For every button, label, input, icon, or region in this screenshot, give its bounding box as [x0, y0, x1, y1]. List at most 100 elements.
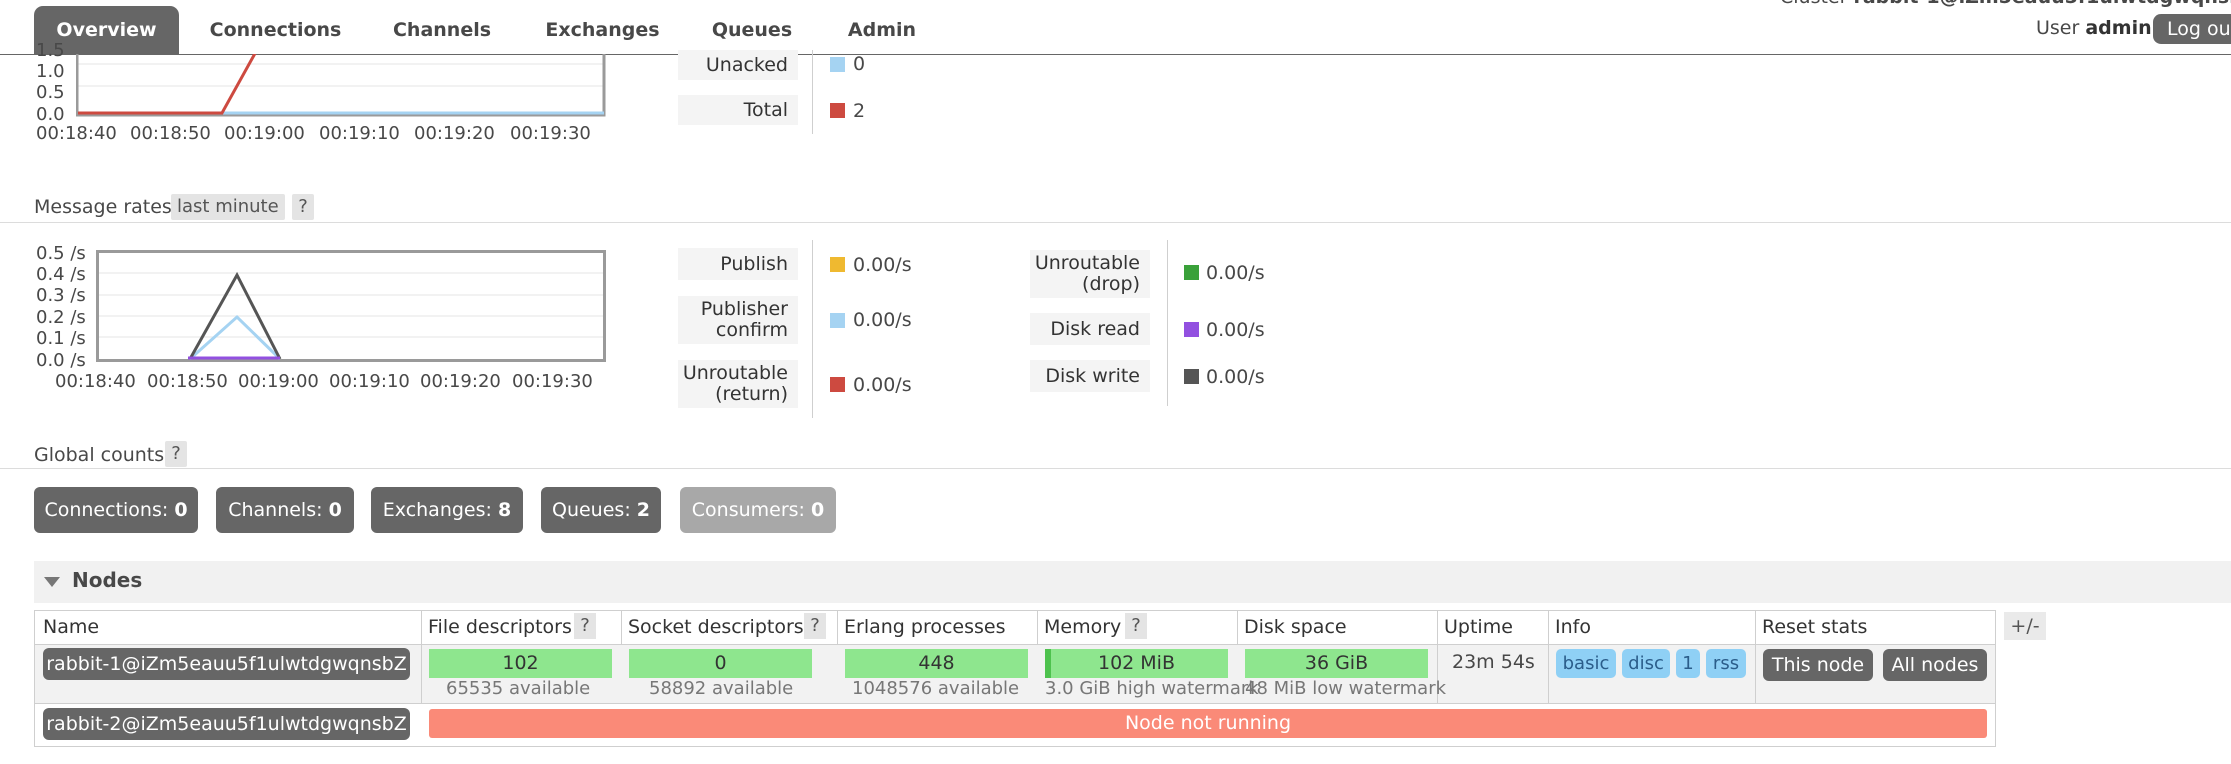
y-tick: 0.3 /s	[36, 285, 86, 306]
info-tag-basic[interactable]: basic	[1556, 649, 1616, 678]
queued-messages-chart	[76, 54, 606, 117]
memory-help[interactable]: ?	[1125, 613, 1147, 639]
legend-swatch-unacked	[830, 57, 845, 72]
nodes-section-header[interactable]	[34, 561, 2231, 603]
column-header-file-descriptors[interactable]: File descriptors	[428, 616, 572, 638]
toggle-columns-button[interactable]: +/-	[2004, 612, 2046, 640]
column-header-uptime[interactable]: Uptime	[1444, 616, 1513, 638]
column-header-reset-stats[interactable]: Reset stats	[1762, 616, 1867, 638]
count-value: 0	[811, 499, 825, 521]
count-label: Queues:	[552, 499, 631, 521]
info-tag-count[interactable]: 1	[1676, 649, 1700, 678]
socket-descriptors-available: 58892 available	[649, 678, 794, 699]
y-tick: 0.0 /s	[36, 350, 86, 371]
queues-count-button[interactable]: Queues: 2	[541, 487, 661, 533]
legend-swatch-total	[830, 103, 845, 118]
y-tick: 0.2 /s	[36, 307, 86, 328]
file-descriptors-gauge: 102	[429, 649, 612, 678]
erlang-processes-available: 1048576 available	[852, 678, 1020, 699]
column-divider	[1237, 610, 1238, 645]
range-selector[interactable]: last minute	[171, 194, 285, 220]
message-rates-chart	[96, 250, 606, 362]
legend-label-text: (return)	[715, 383, 788, 405]
channels-count-button[interactable]: Channels: 0	[216, 487, 354, 533]
column-divider	[837, 610, 838, 645]
file-descriptors-available: 65535 available	[446, 678, 591, 699]
legend-label-text: confirm	[715, 319, 788, 341]
tab-exchanges[interactable]: Exchanges	[535, 6, 670, 54]
legend-label-text: Disk write	[1045, 364, 1140, 387]
exchanges-count-button[interactable]: Exchanges: 8	[371, 487, 523, 533]
legend-label-text: Unroutable	[682, 362, 788, 384]
legend-value-unroutable-return: 0.00/s	[853, 374, 912, 396]
legend-label-publisher-confirm: Publisher confirm	[678, 296, 798, 344]
legend-value-disk-read: 0.00/s	[1206, 319, 1265, 341]
disk-watermark: 48 MiB low watermark	[1245, 678, 1447, 699]
column-header-name[interactable]: Name	[43, 616, 99, 638]
legend-label-text: Publisher	[700, 298, 788, 320]
reset-this-node-button[interactable]: This node	[1763, 649, 1873, 681]
cluster-info: Cluster rabbit-1@iZm5eauu5f1ulwtdgwqnsbZ	[1780, 0, 2231, 8]
reset-all-nodes-button[interactable]: All nodes	[1883, 649, 1987, 681]
x-tick: 00:18:50	[147, 371, 228, 392]
memory-watermark: 3.0 GiB high watermark	[1045, 678, 1259, 699]
column-divider	[1755, 610, 1756, 704]
x-tick: 00:19:20	[414, 123, 495, 144]
tab-queues[interactable]: Queues	[702, 6, 802, 54]
x-tick: 00:18:40	[55, 371, 136, 392]
x-tick: 00:19:10	[319, 123, 400, 144]
consumers-count-button[interactable]: Consumers: 0	[680, 487, 836, 533]
x-tick: 00:18:50	[130, 123, 211, 144]
count-value: 0	[328, 499, 342, 521]
x-tick: 00:18:40	[36, 123, 117, 144]
info-tag-rss[interactable]: rss	[1706, 649, 1746, 678]
column-header-disk-space[interactable]: Disk space	[1244, 616, 1347, 638]
x-tick: 00:19:00	[238, 371, 319, 392]
column-divider	[621, 610, 622, 645]
tab-channels[interactable]: Channels	[377, 6, 507, 54]
column-header-socket-descriptors[interactable]: Socket descriptors	[628, 616, 804, 638]
memory-gauge: 102 MiB	[1045, 649, 1228, 678]
legend-value-total: 2	[853, 100, 866, 122]
disk-space-gauge: 36 GiB	[1245, 649, 1428, 678]
node-not-running-banner: Node not running	[429, 709, 1987, 738]
user-label: User	[2036, 17, 2080, 39]
tab-admin[interactable]: Admin	[832, 6, 932, 54]
legend-label-text: (drop)	[1082, 273, 1140, 295]
node-name-link[interactable]: rabbit-1@iZm5eauu5f1ulwtdgwqnsbZ	[43, 648, 410, 680]
table-row-divider	[34, 703, 1996, 704]
node-name-link[interactable]: rabbit-2@iZm5eauu5f1ulwtdgwqnsbZ	[43, 708, 410, 740]
series-total	[78, 54, 257, 115]
count-value: 0	[174, 499, 188, 521]
legend-label-disk-write: Disk write	[1030, 360, 1150, 392]
collapse-triangle-icon[interactable]	[44, 577, 60, 587]
tab-connections[interactable]: Connections	[198, 6, 353, 54]
column-header-memory[interactable]: Memory	[1044, 616, 1121, 638]
x-tick: 00:19:30	[510, 123, 591, 144]
connections-count-button[interactable]: Connections: 0	[34, 487, 198, 533]
uptime-value: 23m 54s	[1452, 651, 1535, 673]
section-divider	[0, 222, 2231, 223]
file-descriptors-help[interactable]: ?	[574, 613, 596, 639]
count-label: Exchanges:	[382, 499, 492, 521]
legend-swatch-publish	[830, 257, 845, 272]
legend-label-text: Disk read	[1050, 317, 1140, 340]
column-header-info[interactable]: Info	[1555, 616, 1591, 638]
y-tick: 0.5	[36, 82, 65, 103]
y-tick: 0.0	[36, 104, 65, 125]
legend-divider	[1167, 240, 1168, 406]
info-tag-disc[interactable]: disc	[1622, 649, 1670, 678]
global-counts-help[interactable]: ?	[165, 441, 187, 467]
legend-label-publish: Publish	[678, 248, 798, 280]
x-tick: 00:19:10	[329, 371, 410, 392]
y-tick: 0.1 /s	[36, 328, 86, 349]
message-rates-help[interactable]: ?	[292, 194, 314, 220]
column-header-erlang-processes[interactable]: Erlang processes	[844, 616, 1005, 638]
socket-descriptors-help[interactable]: ?	[804, 613, 826, 639]
y-tick: 0.5 /s	[36, 243, 86, 264]
legend-label-disk-read: Disk read	[1030, 313, 1150, 345]
logout-button[interactable]: Log out	[2153, 14, 2231, 44]
count-label: Connections:	[44, 499, 169, 521]
count-value: 2	[636, 499, 650, 521]
legend-label-unroutable-return: Unroutable (return)	[678, 360, 798, 408]
